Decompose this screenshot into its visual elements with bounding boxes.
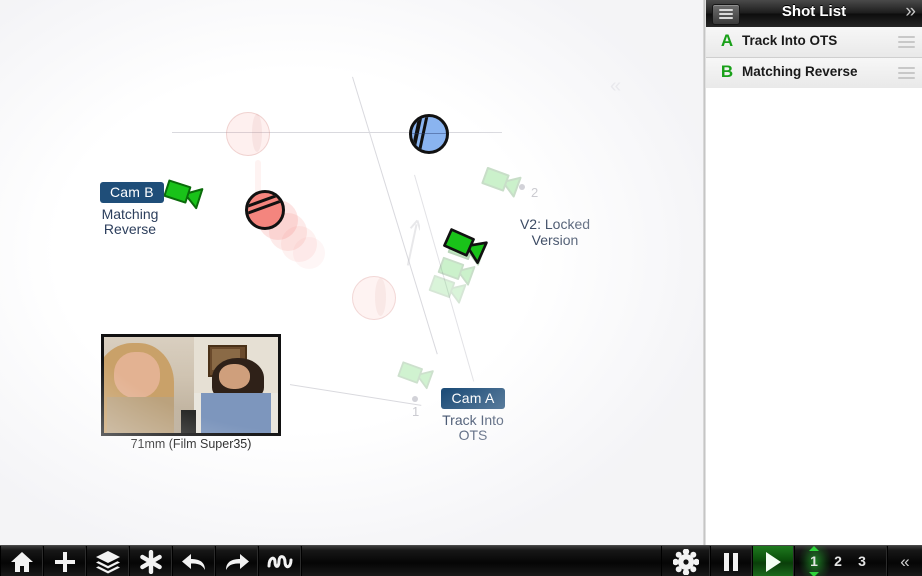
freehand-button[interactable]	[258, 546, 301, 576]
settings-button[interactable]	[661, 546, 710, 576]
redo-button[interactable]	[215, 546, 258, 576]
undo-arrow-icon	[181, 553, 205, 570]
shot-list-row-a[interactable]: A Track Into OTS	[706, 27, 922, 58]
bottom-toolbar: 1 2 3 «	[0, 545, 922, 576]
layers-icon	[95, 550, 120, 573]
camera-track-dot-1	[412, 396, 418, 402]
undo-button[interactable]	[172, 546, 215, 576]
preview-person-left-body	[107, 396, 174, 433]
camera-b-icon[interactable]	[160, 172, 210, 215]
sidebar-header: Shot List »	[706, 0, 922, 28]
shot-letter: A	[720, 31, 734, 50]
ghost-character-upper-stripe	[252, 114, 262, 152]
effects-button[interactable]	[129, 546, 172, 576]
toolbar-spacer	[301, 546, 661, 576]
application-window: Cam B Matching Reverse 2 1 Cam A Track I…	[0, 0, 922, 576]
drag-handle-icon[interactable]	[898, 67, 915, 79]
camera-a-tag: Cam A	[441, 388, 505, 409]
redo-arrow-icon	[225, 553, 249, 570]
motion-trail-4	[293, 237, 325, 269]
video-camera-icon	[163, 179, 204, 210]
guide-line-horizontal	[172, 132, 502, 133]
character-blue-eyeline	[412, 133, 446, 134]
speed-option-2[interactable]: 2	[828, 546, 848, 576]
toolbar-collapse-button[interactable]: «	[887, 546, 922, 576]
squiggle-icon	[267, 554, 292, 568]
shot-name: Track Into OTS	[742, 33, 838, 48]
shot-preview-image[interactable]	[101, 334, 281, 436]
ghost-character-lower	[352, 276, 396, 320]
speed-selector[interactable]: 1 2 3	[793, 546, 887, 576]
speed-option-3[interactable]: 3	[852, 546, 872, 576]
home-icon	[10, 551, 33, 572]
preview-person-right-face	[218, 363, 251, 389]
speed-option-1[interactable]: 1	[804, 546, 824, 576]
camera-b-label[interactable]: Cam B Matching Reverse	[100, 182, 164, 237]
drag-handle-icon[interactable]	[898, 36, 915, 48]
pause-icon	[724, 552, 738, 571]
play-button[interactable]	[752, 546, 794, 576]
shot-list-sidebar: Shot List » A Track Into OTS B Matching …	[706, 0, 922, 545]
shot-list-row-b[interactable]: B Matching Reverse	[706, 58, 922, 89]
canvas-collapse-icon[interactable]: «	[610, 76, 621, 96]
camera-a-label[interactable]: Cam A Track Into OTS	[440, 388, 506, 443]
shot-name: Matching Reverse	[742, 64, 858, 79]
camera-b-subtitle: Matching Reverse	[101, 206, 159, 237]
home-button[interactable]	[0, 546, 43, 576]
canvas-vignette	[0, 0, 704, 545]
preview-person-left-face	[114, 352, 160, 399]
sidebar-collapse-icon[interactable]: »	[905, 1, 916, 23]
guide-line-lower	[282, 383, 422, 406]
camera-a-subtitle: Track Into OTS	[442, 412, 504, 443]
shot-list-empty-area[interactable]	[706, 88, 922, 545]
shot-preview-caption: 71mm (Film Super35)	[130, 437, 252, 451]
storyboard-canvas[interactable]: Cam B Matching Reverse 2 1 Cam A Track I…	[0, 0, 704, 545]
add-button[interactable]	[43, 546, 86, 576]
preview-person-right-body	[201, 392, 272, 433]
track-direction-arrow	[406, 216, 422, 266]
camera-b-tag: Cam B	[100, 182, 164, 203]
sidebar-title: Shot List	[781, 3, 847, 20]
play-icon	[766, 551, 781, 572]
plus-icon	[54, 551, 75, 572]
character-blue[interactable]	[409, 114, 449, 154]
pause-button[interactable]	[710, 546, 752, 576]
camera-track-number-2: 2	[531, 185, 539, 200]
camera-track-number-1: 1	[412, 404, 420, 419]
ghost-character-lower-stripe	[375, 278, 386, 316]
asterisk-icon	[139, 549, 162, 574]
camera-a-ghost-start	[394, 354, 440, 395]
gear-icon	[672, 548, 699, 575]
camera-a-ghost-top	[478, 160, 528, 204]
chevron-double-left-icon: «	[900, 551, 910, 571]
character-red[interactable]	[245, 190, 285, 230]
layers-button[interactable]	[86, 546, 129, 576]
camera-track-dot-2	[519, 184, 525, 190]
version-annotation[interactable]: V2: Locked Version	[505, 216, 605, 248]
preview-foreground-object	[180, 409, 197, 433]
ghost-character-upper	[226, 112, 270, 156]
shot-letter: B	[720, 62, 734, 81]
